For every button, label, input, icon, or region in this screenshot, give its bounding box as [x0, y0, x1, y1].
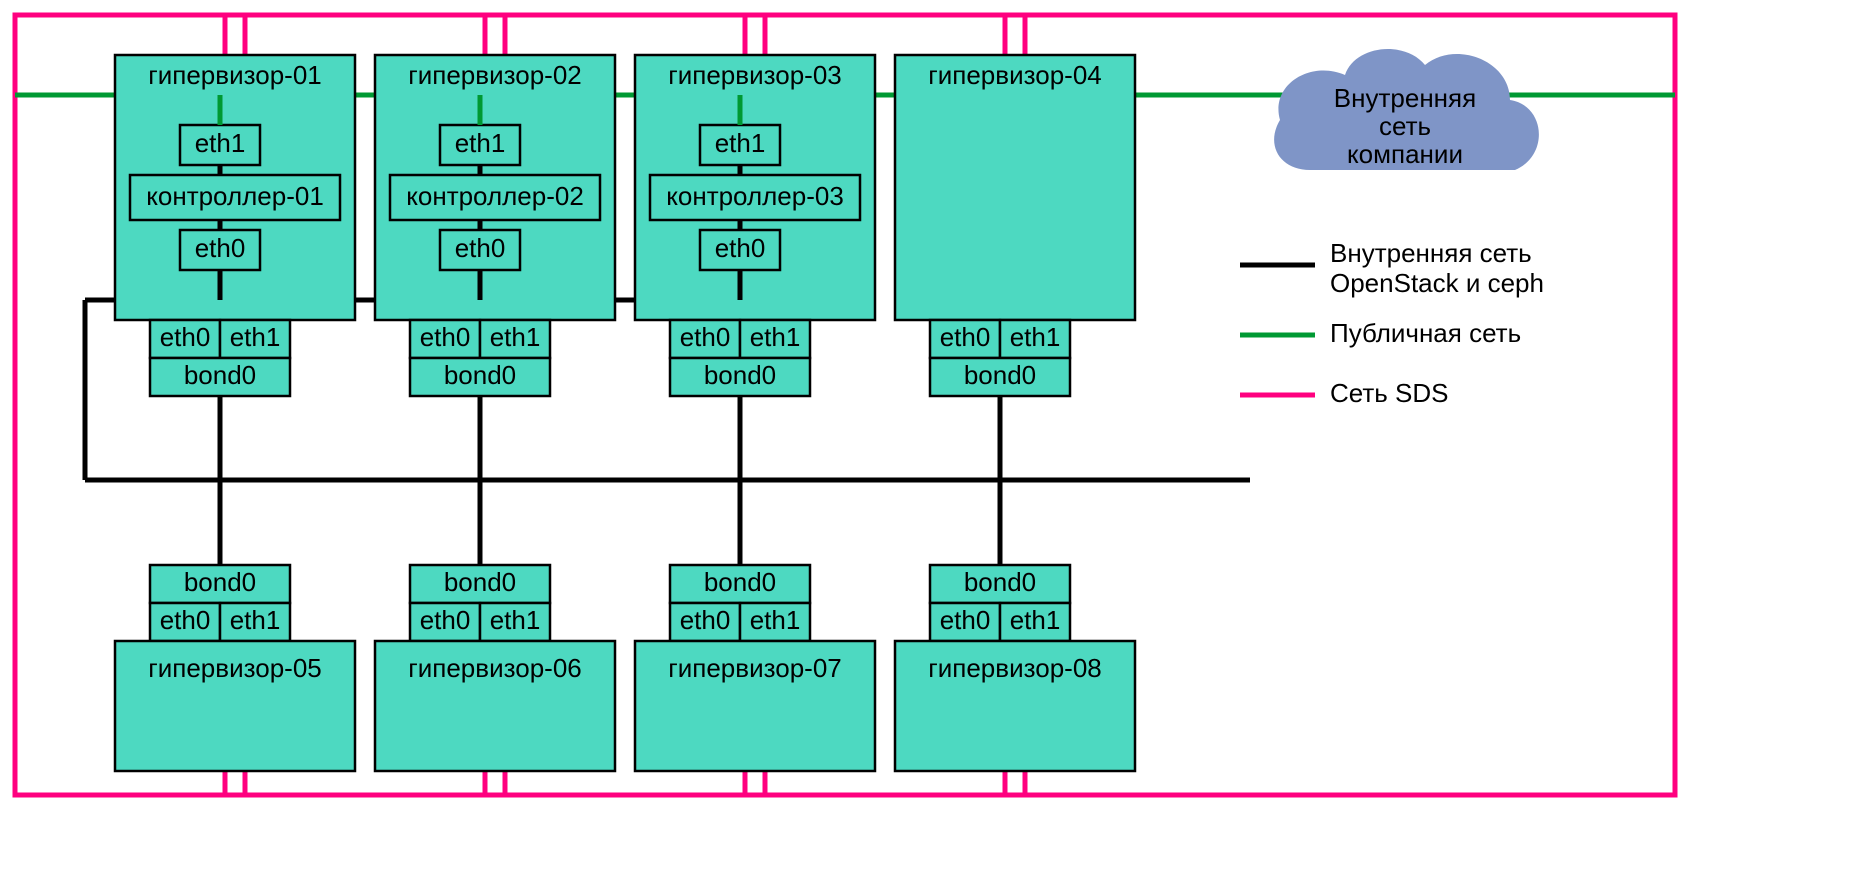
hypervisor-03-label: гипервизор-03 [668, 60, 841, 90]
hypervisor-05-label: гипервизор-05 [148, 653, 321, 683]
hv3-eth1: eth1 [715, 128, 766, 158]
cloud-line1: Внутренняя [1334, 83, 1476, 113]
hypervisor-04: гипервизор-04 [895, 55, 1135, 320]
bt2-eth1: eth1 [490, 322, 541, 352]
hypervisor-08-label: гипервизор-08 [928, 653, 1101, 683]
bond-top-4: eth0 eth1 bond0 [930, 320, 1070, 480]
hv1-eth0: eth0 [195, 233, 246, 263]
hypervisor-06: гипервизор-06 [375, 641, 615, 771]
bond-bottom-1: bond0 eth0 eth1 [150, 565, 290, 641]
legend-green: Публичная сеть [1330, 318, 1521, 348]
cloud-line2: сеть [1379, 111, 1431, 141]
cloud-icon: Внутренняя сеть компании [1274, 49, 1539, 170]
hv3-controller: контроллер-03 [666, 181, 844, 211]
bond-bottom-2: bond0 eth0 eth1 [410, 565, 550, 641]
hypervisor-07-label: гипервизор-07 [668, 653, 841, 683]
hypervisor-02-label: гипервизор-02 [408, 60, 581, 90]
bb4-eth1: eth1 [1010, 605, 1061, 635]
legend-black-l2: OpenStack и ceph [1330, 268, 1544, 298]
hypervisor-07: гипервизор-07 [635, 641, 875, 771]
bt2-eth0: eth0 [420, 322, 471, 352]
bond-top-1: eth0 eth1 bond0 [150, 320, 290, 480]
bb2-eth1: eth1 [490, 605, 541, 635]
hv1-controller: контроллер-01 [146, 181, 324, 211]
bb1-bond: bond0 [184, 567, 256, 597]
bt2-bond: bond0 [444, 360, 516, 390]
hypervisor-06-label: гипервизор-06 [408, 653, 581, 683]
hv2-eth0: eth0 [455, 233, 506, 263]
bb2-eth0: eth0 [420, 605, 471, 635]
hypervisor-01: гипервизор-01 eth1 контроллер-01 eth0 [115, 55, 355, 320]
bt3-eth1: eth1 [750, 322, 801, 352]
hypervisor-02: гипервизор-02 eth1 контроллер-02 eth0 [375, 55, 615, 320]
bond-top-3: eth0 eth1 bond0 [670, 320, 810, 480]
legend-black-l1: Внутренняя сеть [1330, 238, 1532, 268]
bond-bottom-4: bond0 eth0 eth1 [930, 565, 1070, 641]
hypervisor-04-label: гипервизор-04 [928, 60, 1101, 90]
bt1-eth0: eth0 [160, 322, 211, 352]
hypervisor-03: гипервизор-03 eth1 контроллер-03 eth0 [635, 55, 875, 320]
cloud-line3: компании [1347, 139, 1463, 169]
bb2-bond: bond0 [444, 567, 516, 597]
hv1-eth1: eth1 [195, 128, 246, 158]
hv2-controller: контроллер-02 [406, 181, 584, 211]
hv3-eth0: eth0 [715, 233, 766, 263]
bb3-eth1: eth1 [750, 605, 801, 635]
bt4-bond: bond0 [964, 360, 1036, 390]
legend: Внутренняя сеть OpenStack и ceph Публичн… [1240, 238, 1544, 408]
bb4-eth0: eth0 [940, 605, 991, 635]
bond-top-2: eth0 eth1 bond0 [410, 320, 550, 480]
bb1-eth1: eth1 [230, 605, 281, 635]
network-diagram: гипервизор-01 eth1 контроллер-01 eth0 ги… [10, 10, 1680, 800]
bt3-eth0: eth0 [680, 322, 731, 352]
hypervisor-05: гипервизор-05 [115, 641, 355, 771]
bt1-bond: bond0 [184, 360, 256, 390]
bb3-eth0: eth0 [680, 605, 731, 635]
hv2-eth1: eth1 [455, 128, 506, 158]
bt4-eth0: eth0 [940, 322, 991, 352]
bt1-eth1: eth1 [230, 322, 281, 352]
hypervisor-08: гипервизор-08 [895, 641, 1135, 771]
bb1-eth0: eth0 [160, 605, 211, 635]
bt4-eth1: eth1 [1010, 322, 1061, 352]
bb3-bond: bond0 [704, 567, 776, 597]
bond-bottom-3: bond0 eth0 eth1 [670, 565, 810, 641]
legend-pink: Сеть SDS [1330, 378, 1449, 408]
bt3-bond: bond0 [704, 360, 776, 390]
bb4-bond: bond0 [964, 567, 1036, 597]
hypervisor-01-label: гипервизор-01 [148, 60, 321, 90]
